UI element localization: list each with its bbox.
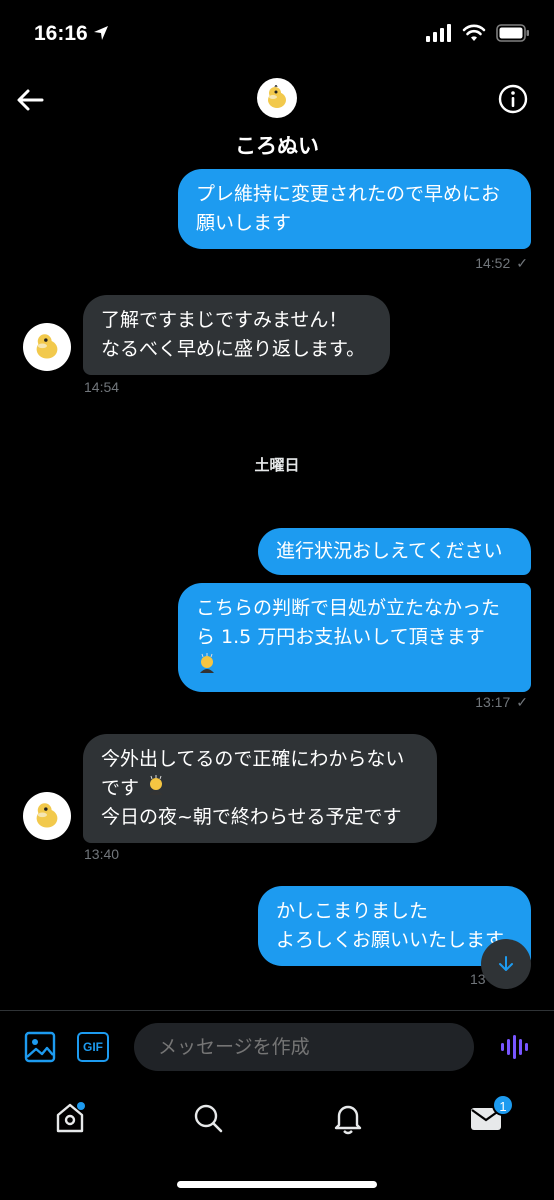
status-bar: 16:16: [0, 0, 554, 70]
status-time: 16:16: [34, 22, 88, 45]
message-input[interactable]: [134, 1023, 474, 1071]
header-avatar[interactable]: [257, 78, 297, 118]
messages-badge: 1: [492, 1094, 514, 1116]
contact-name[interactable]: ころぬい: [0, 130, 554, 160]
sender-avatar[interactable]: [23, 792, 71, 840]
message-meta: 13:17 ✓: [475, 694, 528, 711]
location-arrow-icon: [94, 26, 108, 40]
bowing-person-emoji-icon: [200, 653, 214, 673]
tab-home[interactable]: [52, 1100, 88, 1136]
home-indicator: [177, 1181, 377, 1188]
message-text: 進行状況おしえてください: [276, 540, 503, 562]
message-time: 14:54: [84, 379, 120, 395]
voice-message-icon[interactable]: [500, 1033, 528, 1061]
wifi-icon: [462, 24, 486, 41]
message-time: 13:40: [84, 846, 120, 862]
message-text: プレ維持に変更されたので早めにお願いします: [196, 183, 501, 234]
bell-icon: [334, 1105, 362, 1135]
message-bubble-incoming[interactable]: 今外出してるので正確にわからないです 今日の夜~朝で終わらせる予定です: [83, 734, 437, 843]
tab-messages[interactable]: 1: [468, 1094, 516, 1136]
gif-button[interactable]: GIF: [77, 1032, 109, 1062]
message-time: 14:52: [475, 255, 511, 271]
message-text-line: よろしくお願いいたします: [276, 929, 505, 951]
message-meta: 14:52 ✓: [475, 255, 528, 272]
message-text-line: 了解ですまじですみません！: [101, 309, 348, 331]
info-icon[interactable]: [498, 84, 528, 114]
psyduck-avatar-icon: [36, 334, 58, 359]
message-text-line: かしこまりました: [276, 900, 429, 922]
message-bubble-outgoing[interactable]: プレ維持に変更されたので早めにお願いします: [178, 169, 531, 249]
bottom-tab-bar: 1: [0, 1084, 554, 1154]
search-icon: [194, 1104, 223, 1133]
message-bubble-incoming[interactable]: 了解ですまじですみません！ なるべく早めに盛り返します。: [83, 295, 390, 375]
sent-check-icon: ✓: [516, 694, 528, 710]
signal-icon: [426, 24, 451, 42]
image-icon[interactable]: [24, 1031, 56, 1063]
psyduck-avatar-icon: [36, 803, 58, 828]
back-arrow-icon[interactable]: [14, 84, 46, 116]
message-bubble-outgoing[interactable]: 進行状況おしえてください: [258, 528, 531, 575]
battery-icon: [496, 24, 529, 42]
scroll-to-bottom-button[interactable]: [481, 939, 531, 989]
message-text: こちらの判断で目処が立たなかったら 1.5 万円お支払いして頂きます: [196, 597, 501, 648]
message-text-line: なるべく早めに盛り返します。: [101, 338, 366, 360]
day-separator: 土曜日: [254, 456, 300, 474]
message-bubble-outgoing[interactable]: こちらの判断で目処が立たなかったら 1.5 万円お支払いして頂きます: [178, 583, 531, 692]
conversation-header: ころぬい: [0, 70, 554, 165]
arrow-down-icon: [499, 956, 513, 971]
message-composer: GIF: [0, 1010, 554, 1084]
message-text-line: 今日の夜~朝で終わらせる予定です: [101, 806, 402, 828]
status-icons: [426, 24, 530, 42]
sent-check-icon: ✓: [516, 255, 528, 271]
psyduck-avatar-icon: [268, 85, 286, 108]
home-icon: [56, 1102, 85, 1133]
bowing-person-emoji-icon: [149, 775, 164, 795]
tab-explore[interactable]: [190, 1100, 226, 1136]
message-time: 13:17: [475, 694, 511, 710]
sender-avatar[interactable]: [23, 323, 71, 371]
tab-notifications[interactable]: [330, 1100, 366, 1136]
